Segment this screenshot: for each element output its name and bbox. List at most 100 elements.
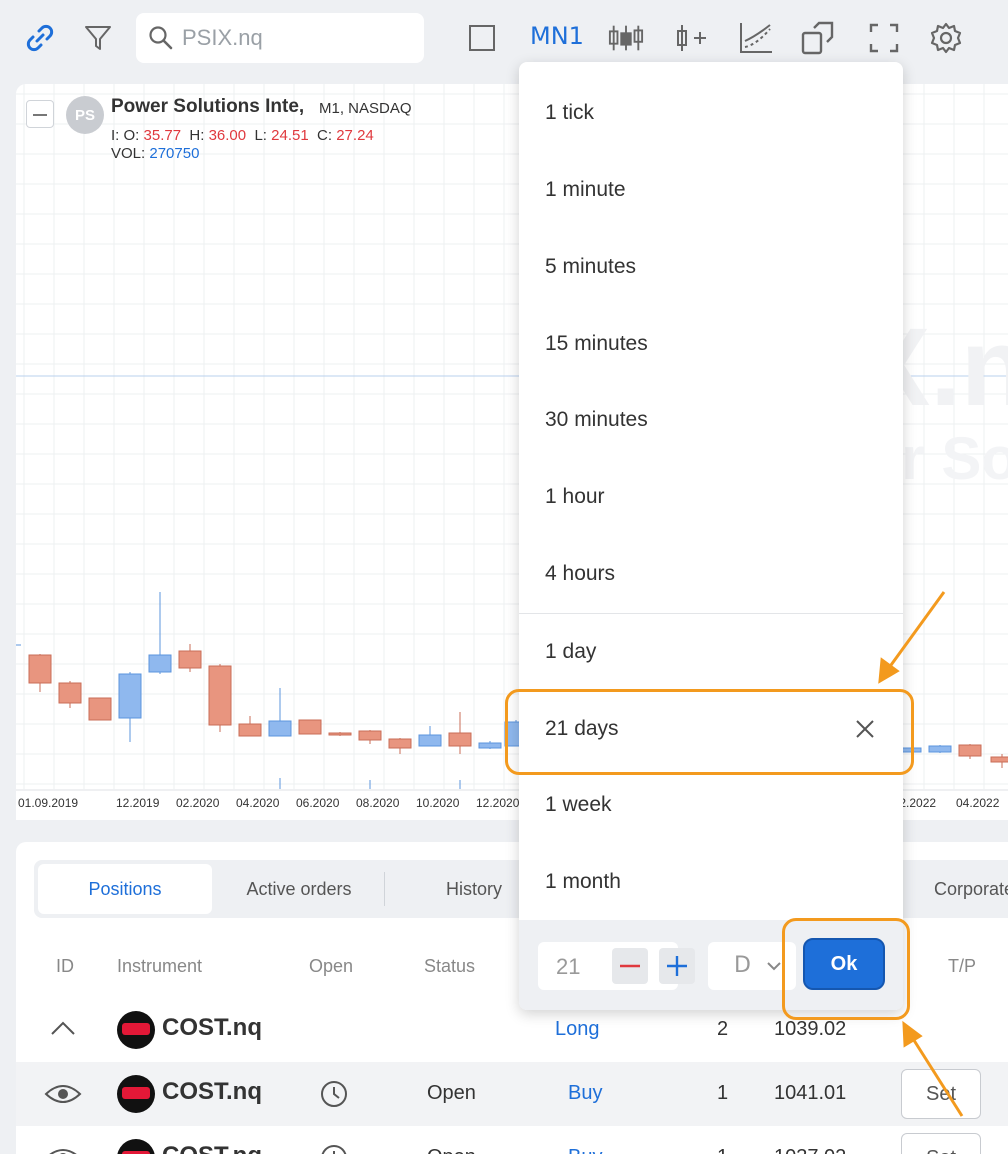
highlight-custom-timeframe xyxy=(505,689,914,775)
candle-body xyxy=(388,738,412,749)
link-icon[interactable] xyxy=(22,18,58,58)
candle-body xyxy=(448,732,472,747)
timeframe-menu: 1 tick 1 minute 5 minutes 15 minutes 30 … xyxy=(519,62,903,1010)
timeframe-quantity-stepper[interactable]: 21 xyxy=(538,942,695,990)
costco-logo xyxy=(117,1075,155,1113)
tab-positions[interactable]: Positions xyxy=(38,864,212,914)
candle-body xyxy=(268,720,292,737)
close-value: 27.24 xyxy=(336,127,374,144)
candle-body xyxy=(178,650,202,669)
row-instrument: COST.nq xyxy=(162,1142,262,1154)
menu-divider xyxy=(519,613,903,614)
settings-gear-icon[interactable] xyxy=(928,18,964,58)
column-instrument[interactable]: Instrument xyxy=(117,956,202,977)
candle-body xyxy=(238,723,262,737)
candle-body xyxy=(418,734,442,747)
instrument-avatar: PS xyxy=(66,96,104,134)
timeframe-button[interactable]: MN1 xyxy=(530,22,584,50)
chart-area-icon[interactable] xyxy=(464,18,500,58)
set-tp-button[interactable]: Set xyxy=(901,1069,981,1119)
fullscreen-icon[interactable] xyxy=(866,18,902,58)
add-indicator-icon[interactable] xyxy=(674,18,710,58)
group-price: 1039.02 xyxy=(774,1018,847,1040)
candle-body xyxy=(28,654,52,684)
tab-divider xyxy=(384,872,385,906)
candle-body xyxy=(990,756,1008,763)
timeframe-option-5-minutes[interactable]: 5 minutes xyxy=(519,237,903,297)
volume-value: VOL: 270750 xyxy=(111,145,199,162)
row-side: Buy xyxy=(568,1082,603,1104)
timeframe-option-1-hour[interactable]: 1 hour xyxy=(519,467,903,527)
search-input[interactable] xyxy=(182,25,402,51)
volume-number: 270750 xyxy=(149,145,200,162)
timeframe-option-4-hours[interactable]: 4 hours xyxy=(519,544,903,604)
column-id[interactable]: ID xyxy=(56,956,74,977)
x-tick-label: 04.2022 xyxy=(956,796,1000,810)
column-status[interactable]: Status xyxy=(424,956,475,977)
candlestick-type-icon[interactable] xyxy=(608,18,644,58)
tab-corporate[interactable]: Corporate xyxy=(914,864,1008,914)
row-instrument: COST.nq xyxy=(162,1078,262,1105)
timeframe-option-1-month[interactable]: 1 month xyxy=(519,852,903,912)
clock-icon xyxy=(321,1081,347,1107)
drawing-tools-icon[interactable] xyxy=(738,18,774,58)
candle-body xyxy=(88,697,112,721)
costco-logo xyxy=(117,1139,155,1154)
high-label: H: xyxy=(189,127,205,144)
instrument-meta: M1, NASDAQ xyxy=(319,100,412,117)
row-side: Buy xyxy=(568,1146,602,1154)
collapse-legend-button[interactable] xyxy=(26,100,54,128)
candle-body xyxy=(118,673,142,719)
x-tick-label: 08.2020 xyxy=(356,796,400,810)
candle-body xyxy=(328,732,352,736)
tab-history[interactable]: History xyxy=(414,864,534,914)
row-status: Open xyxy=(427,1082,476,1104)
table-row[interactable]: COST.nq Open Buy 1 1037.02 Set xyxy=(16,1126,1008,1154)
row-status: Open xyxy=(427,1146,476,1154)
compare-icon[interactable] xyxy=(800,18,836,58)
candle-body xyxy=(358,730,382,741)
decrement-button[interactable] xyxy=(612,948,648,984)
chevron-up-icon[interactable] xyxy=(50,1020,76,1036)
chevron-down-icon xyxy=(767,962,781,971)
candle-body xyxy=(958,744,982,757)
row-price: 1037.02 xyxy=(774,1146,846,1154)
row-qty: 1 xyxy=(717,1146,728,1154)
eye-icon[interactable] xyxy=(44,1146,82,1154)
timeframe-option-30-minutes[interactable]: 30 minutes xyxy=(519,390,903,450)
timeframe-unit-value: D xyxy=(734,953,751,978)
column-open[interactable]: Open xyxy=(309,956,353,977)
timeframe-option-1-day[interactable]: 1 day xyxy=(519,622,903,682)
timeframe-quantity-value[interactable]: 21 xyxy=(556,954,580,980)
timeframe-option-15-minutes[interactable]: 15 minutes xyxy=(519,314,903,374)
table-row[interactable]: COST.nq Open Buy 1 1041.01 Set xyxy=(16,1062,1008,1126)
candle-body xyxy=(148,654,172,673)
row-price: 1041.01 xyxy=(774,1082,847,1104)
candle-body xyxy=(928,745,952,753)
filter-icon[interactable] xyxy=(80,18,116,58)
candle-body xyxy=(208,665,232,726)
x-tick-label: 10.2020 xyxy=(416,796,460,810)
timeframe-option-1-tick[interactable]: 1 tick xyxy=(519,83,903,143)
open-value: 35.77 xyxy=(143,127,182,144)
close-label: C: xyxy=(317,127,333,144)
x-tick-label: 02.2020 xyxy=(176,796,220,810)
clock-icon xyxy=(321,1145,347,1154)
instrument-name: Power Solutions Inte, xyxy=(111,96,305,117)
increment-button[interactable] xyxy=(659,948,695,984)
timeframe-option-1-week[interactable]: 1 week xyxy=(519,775,903,835)
low-label: L: xyxy=(254,127,267,144)
eye-icon[interactable] xyxy=(44,1082,82,1106)
volume-label: VOL: xyxy=(111,145,146,162)
x-tick-label: 12.2019 xyxy=(116,796,160,810)
tab-active-orders[interactable]: Active orders xyxy=(214,864,384,914)
timeframe-option-1-minute[interactable]: 1 minute xyxy=(519,160,903,220)
x-tick-label: 01.09.2019 xyxy=(18,796,79,810)
open-label: I: O: xyxy=(111,127,140,144)
minus-icon xyxy=(620,964,640,968)
set-tp-button[interactable]: Set xyxy=(901,1133,981,1154)
symbol-search[interactable] xyxy=(136,13,424,63)
high-value: 36.00 xyxy=(208,127,247,144)
x-tick-label: 12.2020 xyxy=(476,796,520,810)
column-tp[interactable]: T/P xyxy=(948,956,976,977)
